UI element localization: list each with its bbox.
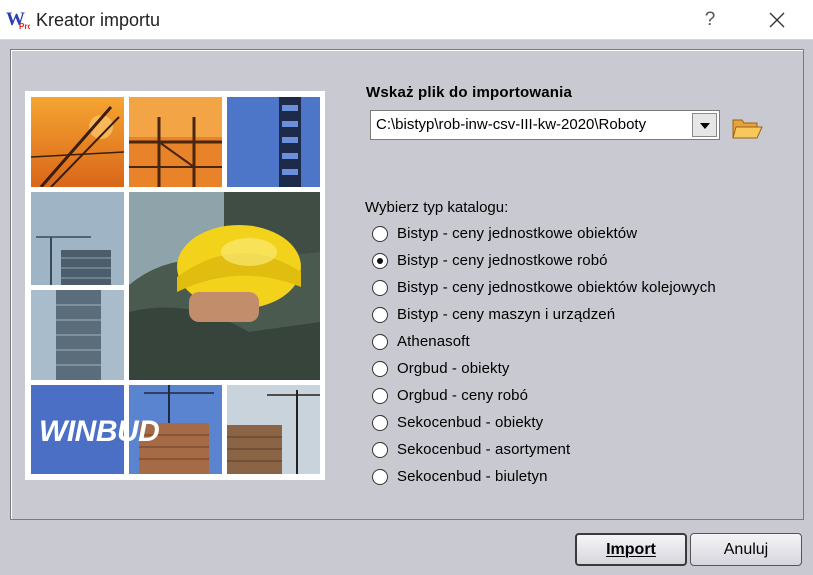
chevron-down-icon — [700, 123, 710, 129]
catalog-option-label[interactable]: Bistyp - ceny jednostkowe obiektów — [397, 225, 637, 242]
blue-sky-tower-tile — [227, 97, 320, 187]
combobox-dropdown-button[interactable] — [692, 113, 717, 137]
radio-button[interactable] — [372, 307, 388, 323]
title-bar: W Pro Kreator importu ? — [0, 0, 813, 40]
catalog-option-8[interactable]: Sekocenbud - obiekty — [371, 412, 791, 434]
catalog-option-label[interactable]: Sekocenbud - biuletyn — [397, 468, 548, 485]
catalog-option-4[interactable]: Bistyp - ceny maszyn i urządzeń — [371, 304, 791, 326]
catalog-option-label[interactable]: Bistyp - ceny jednostkowe obiektów kolej… — [397, 279, 716, 296]
tall-building-tile — [31, 290, 124, 380]
catalog-option-label[interactable]: Athenasoft — [397, 333, 470, 350]
building-crane-tile — [31, 192, 124, 285]
catalog-option-7[interactable]: Orgbud - ceny robó — [371, 385, 791, 407]
catalog-option-2[interactable]: Bistyp - ceny jednostkowe robó — [371, 250, 791, 272]
crane-sunset-tile — [31, 97, 124, 187]
hardhat-worker-tile — [129, 192, 320, 380]
open-folder-icon — [732, 119, 763, 139]
svg-text:Pro: Pro — [19, 22, 30, 30]
file-section-label: Wskaż plik do importowania — [366, 84, 573, 101]
winbud-collage-image: WINBUD — [25, 91, 325, 480]
catalog-option-label[interactable]: Orgbud - ceny robó — [397, 387, 528, 404]
radio-button[interactable] — [372, 469, 388, 485]
scaffold-sunset-tile — [129, 97, 222, 187]
import-button-label: Import — [606, 541, 656, 558]
file-path-value[interactable]: C:\bistyp\rob-inw-csv-III-kw-2020\Roboty — [376, 116, 646, 133]
import-button[interactable]: Import — [575, 533, 687, 566]
catalog-option-6[interactable]: Orgbud - obiekty — [371, 358, 791, 380]
catalog-option-1[interactable]: Bistyp - ceny jednostkowe obiektów — [371, 223, 791, 245]
catalog-option-9[interactable]: Sekocenbud - asortyment — [371, 439, 791, 461]
window-title: Kreator importu — [36, 10, 161, 30]
catalog-option-10[interactable]: Sekocenbud - biuletyn — [371, 466, 791, 488]
winbud-app-icon[interactable]: W Pro — [6, 8, 32, 31]
catalog-option-label[interactable]: Orgbud - obiekty — [397, 360, 510, 377]
catalog-option-label[interactable]: Sekocenbud - obiekty — [397, 414, 543, 431]
radio-button[interactable] — [372, 361, 388, 377]
catalog-option-label[interactable]: Sekocenbud - asortyment — [397, 441, 570, 458]
radio-button[interactable] — [372, 253, 388, 269]
building-cranes-tile — [227, 385, 320, 474]
help-button[interactable]: ? — [690, 0, 730, 40]
catalog-option-label[interactable]: Bistyp - ceny maszyn i urządzeń — [397, 306, 615, 323]
close-button[interactable] — [757, 0, 797, 40]
catalog-option-5[interactable]: Athenasoft — [371, 331, 791, 353]
radio-button[interactable] — [372, 415, 388, 431]
close-icon — [769, 12, 785, 28]
browse-folder-button[interactable] — [731, 114, 763, 142]
catalog-option-3[interactable]: Bistyp - ceny jednostkowe obiektów kolej… — [371, 277, 791, 299]
cancel-button[interactable]: Anuluj — [690, 533, 802, 566]
radio-button[interactable] — [372, 280, 388, 296]
radio-button[interactable] — [372, 388, 388, 404]
radio-button[interactable] — [372, 226, 388, 242]
cancel-button-label: Anuluj — [723, 541, 769, 558]
catalog-option-label[interactable]: Bistyp - ceny jednostkowe robó — [397, 252, 608, 269]
radio-button[interactable] — [372, 334, 388, 350]
radio-button[interactable] — [372, 442, 388, 458]
file-path-combobox[interactable]: C:\bistyp\rob-inw-csv-III-kw-2020\Roboty — [370, 110, 720, 140]
winbud-logo-text: WINBUD — [39, 415, 160, 448]
catalog-type-label: Wybierz typ katalogu: — [365, 199, 509, 216]
